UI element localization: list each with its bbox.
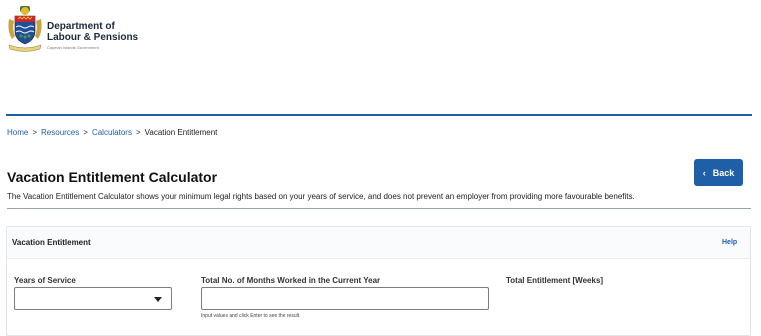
coat-of-arms-icon (8, 6, 42, 52)
department-subtitle: Cayman Islands Government (47, 45, 99, 50)
breadcrumb-separator: > (83, 128, 88, 137)
breadcrumb-home-link[interactable]: Home (7, 128, 28, 137)
breadcrumb-resources-link[interactable]: Resources (41, 128, 79, 137)
months-worked-input[interactable] (201, 287, 489, 310)
breadcrumb-current: Vacation Entitlement (144, 128, 218, 137)
months-input-hint: Input values and click Enter to see the … (201, 313, 301, 319)
help-link[interactable]: Help (722, 239, 737, 246)
years-of-service-select[interactable] (14, 287, 172, 310)
panel-title: Vacation Entitlement (12, 238, 91, 247)
crest-logo[interactable] (6, 5, 44, 52)
department-name-line2: Labour & Pensions (47, 32, 139, 43)
breadcrumb-separator: > (135, 128, 141, 137)
panel-header (7, 227, 750, 259)
header-divider (6, 114, 752, 116)
chevron-left-icon: ‹ (702, 167, 706, 178)
total-entitlement-label: Total Entitlement [Weeks] (506, 276, 604, 285)
breadcrumb-separator: > (32, 128, 38, 137)
breadcrumb-calculators-link[interactable]: Calculators (92, 128, 132, 137)
months-worked-label: Total No. of Months Worked in the Curren… (201, 276, 381, 285)
years-of-service-label: Years of Service (14, 276, 76, 285)
page-description: The Vacation Entitlement Calculator show… (7, 192, 635, 201)
breadcrumb: Home > Resources > Calculators > Vacation Enti… (7, 128, 217, 137)
section-divider (7, 208, 751, 209)
page-title: Vacation Entitlement Calculator (7, 169, 218, 185)
back-button-label: Back (712, 167, 735, 178)
back-button[interactable]: ‹ Back (694, 159, 743, 186)
department-name: Department of Labour & Pensions (47, 21, 138, 43)
department-name-line1: Department of (47, 21, 115, 32)
chevron-down-icon (154, 297, 162, 302)
